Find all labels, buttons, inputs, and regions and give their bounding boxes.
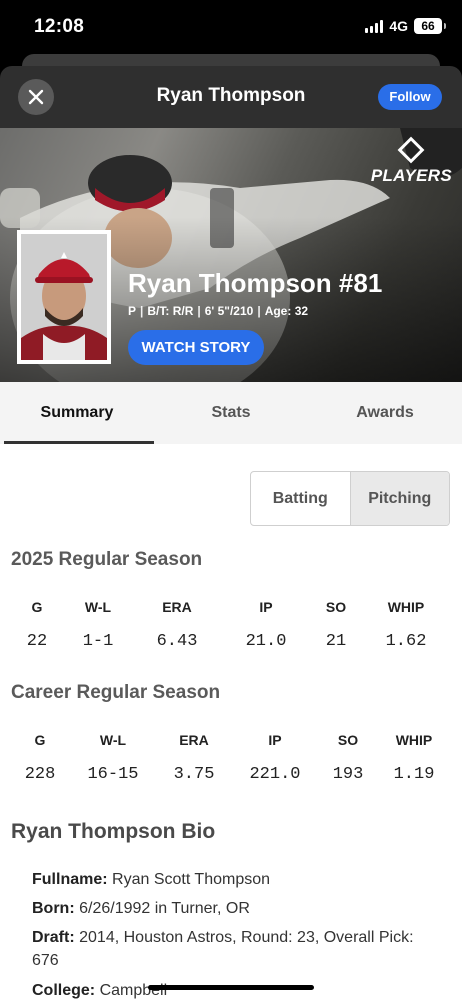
stat-value-whip: 1.19 <box>393 764 435 784</box>
status-indicators: 4G 66 <box>365 18 446 34</box>
bio-born-label: Born: <box>32 900 75 917</box>
career-stats-header: G W-L ERA IP SO WHIP <box>0 723 462 757</box>
stat-value-ip: 21.0 <box>245 631 287 651</box>
stat-header-era: ERA <box>162 599 192 615</box>
follow-button[interactable]: Follow <box>378 84 442 110</box>
status-bar: 12:08 4G 66 <box>0 0 462 56</box>
bio-college-label: College: <box>32 982 96 999</box>
tab-bar: Summary Stats Awards <box>0 382 462 444</box>
bio-fullname-value: Ryan Scott Thompson <box>112 871 271 888</box>
stat-value-whip: 1.62 <box>385 631 427 651</box>
bio-draft: Draft: 2014, Houston Astros, Round: 23, … <box>32 926 432 972</box>
stat-value-g: 228 <box>24 764 56 784</box>
player-age: Age: 32 <box>264 304 309 318</box>
player-headshot <box>17 230 111 364</box>
season-stats-table: G W-L ERA IP SO WHIP 22 1-1 6.43 21.0 21… <box>0 590 462 658</box>
stat-header-era: ERA <box>179 732 209 748</box>
battery-icon: 66 <box>414 18 446 34</box>
player-bats-throws: B/T: R/R <box>147 304 194 318</box>
cellular-signal-icon <box>365 19 384 33</box>
pitching-toggle-button[interactable]: Pitching <box>349 472 449 525</box>
close-icon <box>28 89 44 105</box>
player-height-weight: 6' 5"/210 <box>204 304 254 318</box>
bio-born: Born: 6/26/1992 in Turner, OR <box>32 897 432 920</box>
player-content: Summary Stats Awards Batting Pitching 20… <box>0 382 462 1000</box>
meta-divider: | <box>140 304 144 318</box>
close-button[interactable] <box>18 79 54 115</box>
career-stats-values: 228 16-15 3.75 221.0 193 1.19 <box>0 757 462 791</box>
bio-draft-label: Draft: <box>32 929 75 946</box>
home-indicator[interactable] <box>148 985 314 990</box>
stat-value-wl: 1-1 <box>82 631 114 651</box>
players-diamond-icon <box>397 136 425 164</box>
player-name: Ryan Thompson #81 <box>128 268 383 298</box>
stat-value-ip: 221.0 <box>249 764 301 784</box>
player-position: P <box>128 304 137 318</box>
career-stats-title: Career Regular Season <box>11 682 221 703</box>
bio-born-value: 6/26/1992 in Turner, OR <box>79 900 250 917</box>
batting-toggle-button[interactable]: Batting <box>251 472 350 525</box>
batting-pitching-toggle: Batting Pitching <box>250 471 450 526</box>
stat-header-ip: IP <box>268 732 282 748</box>
player-meta: P | B/T: R/R | 6' 5"/210 | Age: 32 <box>128 304 308 318</box>
tab-stats[interactable]: Stats <box>154 382 308 444</box>
stat-header-whip: WHIP <box>395 732 433 748</box>
player-header-bar: Ryan Thompson Follow <box>0 66 462 128</box>
bio-fullname: Fullname: Ryan Scott Thompson <box>32 868 432 891</box>
mlb-players-logo: PLAYERS <box>371 136 452 186</box>
bio-draft-value: 2014, Houston Astros, Round: 23, Overall… <box>32 929 414 969</box>
stat-value-era: 3.75 <box>173 764 215 784</box>
stat-header-whip: WHIP <box>387 599 425 615</box>
season-stats-header: G W-L ERA IP SO WHIP <box>0 590 462 624</box>
career-stats-table: G W-L ERA IP SO WHIP 228 16-15 3.75 221.… <box>0 723 462 791</box>
stat-value-wl: 16-15 <box>87 764 139 784</box>
stat-value-g: 22 <box>26 631 48 651</box>
bio-title: Ryan Thompson Bio <box>11 820 216 843</box>
stat-header-ip: IP <box>259 599 273 615</box>
tab-awards[interactable]: Awards <box>308 382 462 444</box>
player-hero: PLAYERS Ryan Thompson #81 P | B/T: R/R |… <box>0 128 462 382</box>
tab-summary[interactable]: Summary <box>0 382 154 444</box>
meta-divider: | <box>197 304 201 318</box>
meta-divider: | <box>257 304 261 318</box>
stat-header-so: SO <box>337 732 359 748</box>
stat-header-wl: W-L <box>84 599 112 615</box>
network-type: 4G <box>389 18 408 34</box>
stat-value-era: 6.43 <box>156 631 198 651</box>
status-time: 12:08 <box>34 16 85 37</box>
stat-header-g: G <box>31 599 43 615</box>
stat-header-wl: W-L <box>99 732 127 748</box>
stat-value-so: 21 <box>325 631 347 651</box>
stat-header-g: G <box>34 732 46 748</box>
bio-fullname-label: Fullname: <box>32 871 108 888</box>
season-stats-title: 2025 Regular Season <box>11 549 203 570</box>
stat-header-so: SO <box>325 599 347 615</box>
season-stats-values: 22 1-1 6.43 21.0 21 1.62 <box>0 624 462 658</box>
stat-value-so: 193 <box>332 764 364 784</box>
watch-story-button[interactable]: WATCH STORY <box>128 330 264 365</box>
players-logo-text: PLAYERS <box>370 166 452 185</box>
headshot-image <box>21 234 107 360</box>
